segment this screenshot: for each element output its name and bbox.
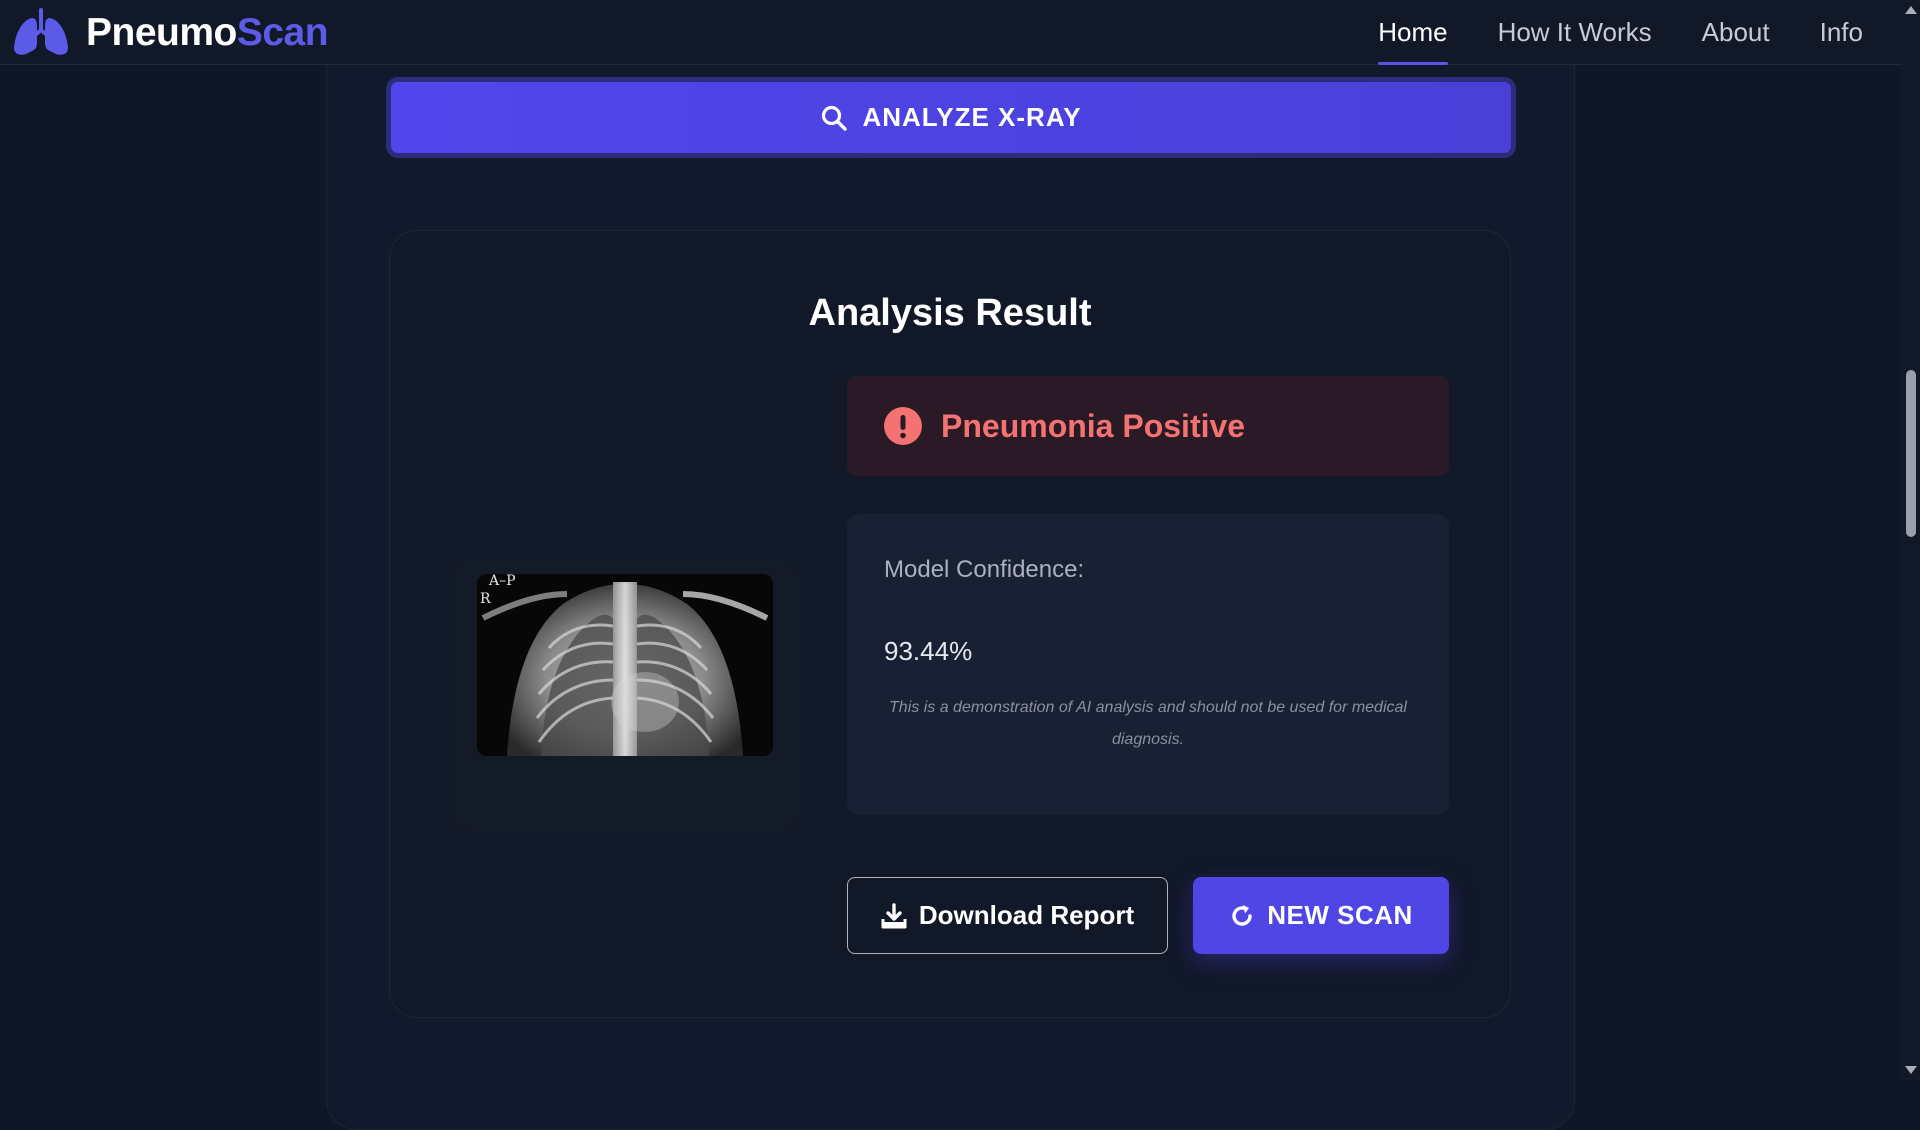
xray-graphic bbox=[477, 574, 773, 756]
xray-image: A–P R bbox=[477, 574, 773, 756]
confidence-panel: Model Confidence: 93.44% This is a demon… bbox=[847, 514, 1449, 815]
download-report-button[interactable]: Download Report bbox=[847, 877, 1168, 954]
search-icon bbox=[822, 105, 848, 131]
diagnosis-banner: Pneumonia Positive bbox=[847, 376, 1449, 476]
result-title: Analysis Result bbox=[808, 292, 1092, 334]
disclaimer-text: This is a demonstration of AI analysis a… bbox=[889, 699, 1407, 748]
brand[interactable]: PneumoScan bbox=[12, 8, 329, 58]
nav-links: Home How It Works About Info bbox=[1353, 0, 1888, 65]
nav-about[interactable]: About bbox=[1677, 0, 1795, 65]
new-scan-button[interactable]: NEW SCAN bbox=[1193, 877, 1449, 954]
brand-name-part1: Pneumo bbox=[86, 11, 237, 54]
confidence-label: Model Confidence: bbox=[884, 556, 1085, 583]
download-icon bbox=[881, 902, 907, 928]
new-scan-label: NEW SCAN bbox=[1267, 900, 1413, 930]
refresh-icon bbox=[1232, 904, 1252, 926]
analyze-xray-label: ANALYZE X-RAY bbox=[862, 102, 1082, 132]
brand-name: PneumoScan bbox=[86, 11, 329, 55]
scroll-up-arrow-icon[interactable] bbox=[1905, 6, 1917, 14]
scroll-down-arrow-icon[interactable] bbox=[1905, 1066, 1917, 1074]
brand-name-part2: Scan bbox=[236, 11, 329, 54]
nav-how-it-works[interactable]: How It Works bbox=[1473, 0, 1677, 65]
confidence-value: 93.44% bbox=[884, 636, 973, 666]
alert-circle-icon bbox=[884, 407, 922, 445]
page-scrollbar[interactable] bbox=[1902, 0, 1920, 1080]
xray-side-label: R bbox=[480, 591, 491, 607]
xray-view-label: A–P bbox=[489, 574, 516, 589]
top-navbar: PneumoScan Home How It Works About Info bbox=[0, 0, 1902, 65]
scroll-thumb[interactable] bbox=[1906, 370, 1916, 537]
diagnosis-text: Pneumonia Positive bbox=[941, 407, 1246, 444]
analyze-xray-button[interactable]: ANALYZE X-RAY bbox=[386, 77, 1516, 158]
nav-info[interactable]: Info bbox=[1795, 0, 1888, 65]
lungs-icon bbox=[14, 8, 68, 55]
download-report-label: Download Report bbox=[918, 900, 1135, 930]
nav-home[interactable]: Home bbox=[1353, 0, 1472, 65]
